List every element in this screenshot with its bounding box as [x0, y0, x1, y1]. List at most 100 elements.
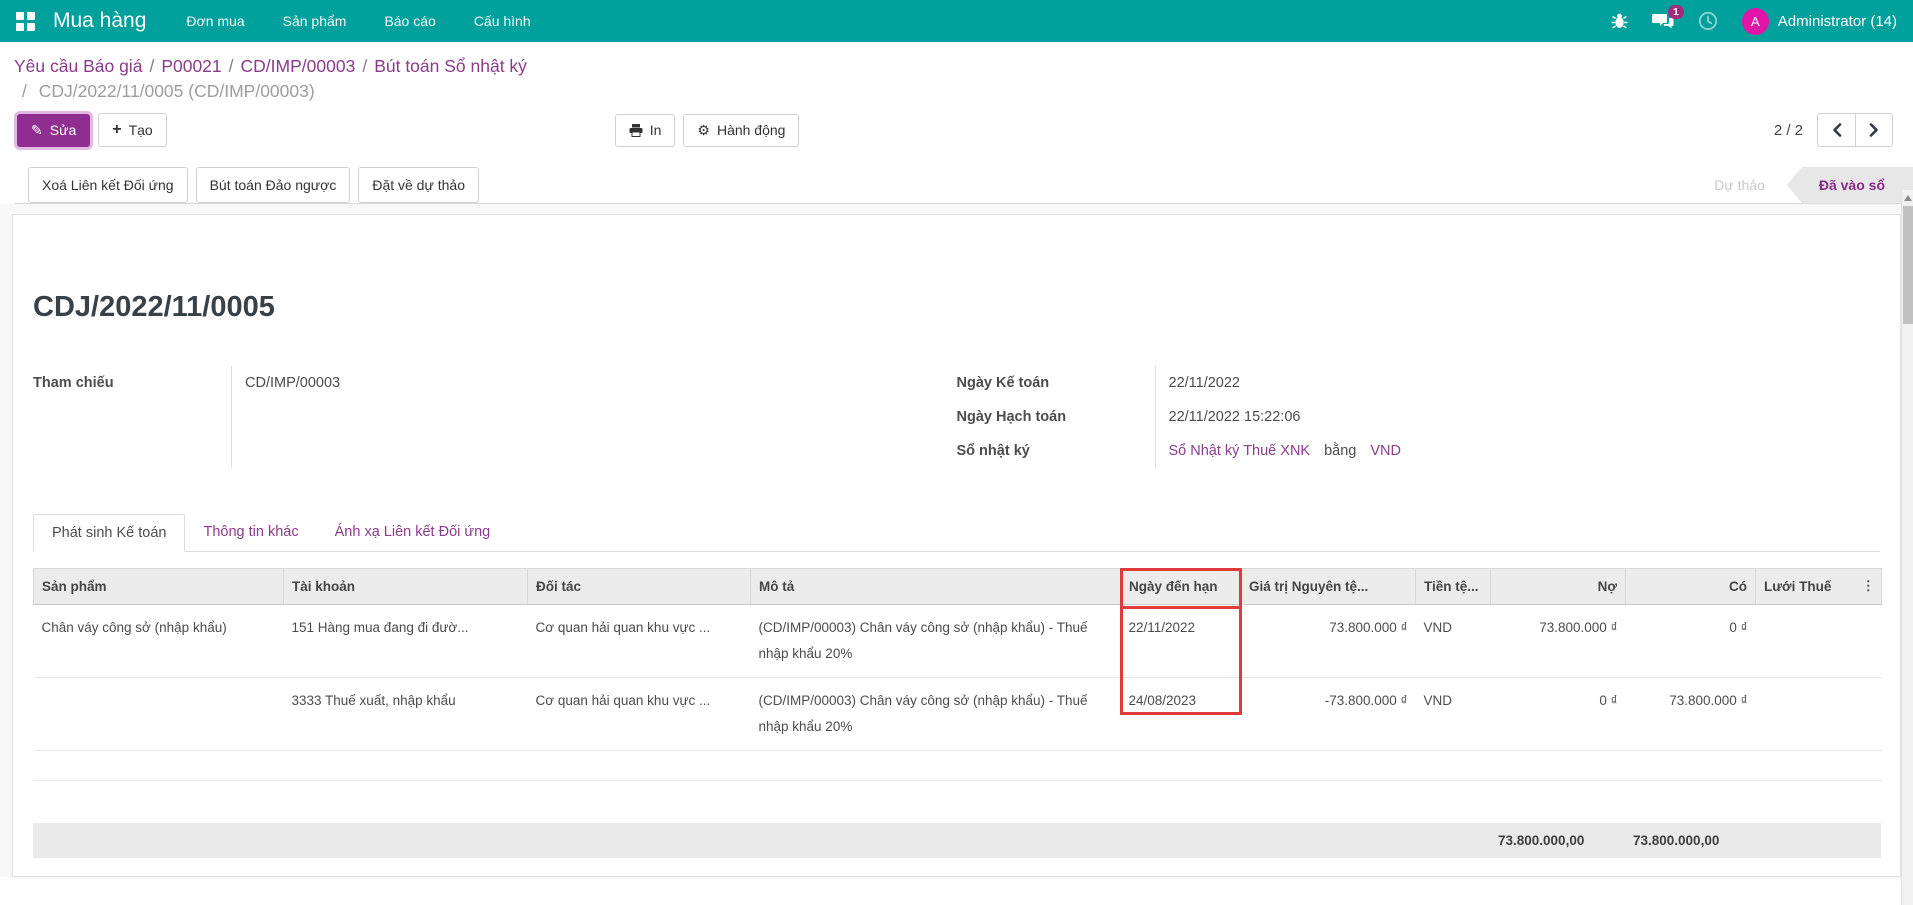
breadcrumb-separator: / — [229, 56, 234, 76]
cell-tax-grid[interactable] — [1756, 605, 1882, 678]
status-stage-draft[interactable]: Dự thảo — [1692, 167, 1787, 203]
nav-item-orders[interactable]: Đơn mua — [186, 13, 244, 29]
cell-partner[interactable]: Cơ quan hải quan khu vực ... — [528, 678, 751, 751]
breadcrumb-link-cdimp[interactable]: CD/IMP/00003 — [241, 56, 356, 76]
tab-other-info[interactable]: Thông tin khác — [185, 514, 316, 551]
reverse-entry-button[interactable]: Bút toán Đảo ngược — [196, 167, 351, 203]
cell-product[interactable]: Chân váy công sở (nhập khẩu) — [34, 605, 284, 678]
user-menu[interactable]: A Administrator (14) — [1742, 8, 1897, 35]
breadcrumb: Yêu cầu Báo giá / P00021 / CD/IMP/00003 / Bút … — [14, 54, 1913, 79]
content-area: CDJ/2022/11/0005 Tham chiếu CD/IMP/00003… — [0, 204, 1913, 877]
control-panel: Yêu cầu Báo giá / P00021 / CD/IMP/00003 / Bút … — [0, 42, 1913, 204]
pager-next-button[interactable] — [1855, 113, 1893, 147]
journal-link[interactable]: Sổ Nhật ký Thuế XNK — [1169, 443, 1311, 459]
tab-reconcile-mapping[interactable]: Ánh xạ Liên kết Đối ứng — [317, 514, 509, 551]
messages-icon[interactable]: 1 — [1652, 12, 1674, 30]
cell-description[interactable]: (CD/IMP/00003) Chân váy công sở (nhập kh… — [751, 605, 1121, 678]
message-count-badge: 1 — [1668, 5, 1684, 19]
breadcrumb-link-p00021[interactable]: P00021 — [161, 56, 221, 76]
header-description[interactable]: Mô tả — [751, 569, 1121, 605]
table-row[interactable]: 3333 Thuế xuất, nhập khẩu Cơ quan hải qu… — [34, 678, 1882, 751]
action-button[interactable]: ⚙ Hành động — [683, 114, 799, 147]
reset-to-draft-button[interactable]: Đặt về dự thảo — [358, 167, 479, 203]
header-debit[interactable]: Nợ — [1491, 569, 1626, 605]
reference-label: Tham chiếu — [33, 375, 114, 391]
posting-date-label: Ngày Hạch toán — [957, 409, 1067, 425]
journal-items-table: Sản phẩm Tài khoản Đối tác Mô tả Ngày đế… — [33, 568, 1882, 781]
cell-due-date[interactable]: 24/08/2023 — [1121, 678, 1241, 751]
cell-debit[interactable]: 0 ₫ — [1491, 678, 1626, 751]
breadcrumb-link-journal-items[interactable]: Bút toán Sổ nhật ký — [374, 56, 527, 76]
optional-columns-icon[interactable]: ⋮ — [1862, 578, 1876, 594]
journal-label: Sổ nhật ký — [957, 443, 1030, 459]
cell-account[interactable]: 3333 Thuế xuất, nhập khẩu — [284, 678, 528, 751]
field-groups: Tham chiếu CD/IMP/00003 Ngày Kế toán Ngà… — [33, 366, 1880, 468]
cell-tax-grid[interactable] — [1756, 678, 1882, 751]
cell-description[interactable]: (CD/IMP/00003) Chân váy công sở (nhập kh… — [751, 678, 1121, 751]
pager: 2 / 2 — [1774, 113, 1893, 147]
nav-item-reports[interactable]: Báo cáo — [384, 13, 435, 29]
header-due-date[interactable]: Ngày đến hạn — [1121, 569, 1241, 605]
header-tax-grid[interactable]: Lưới Thuế ⋮ — [1756, 569, 1882, 605]
table-header-row: Sản phẩm Tài khoản Đối tác Mô tả Ngày đế… — [34, 569, 1882, 605]
statusbar: Dự thảo Đã vào sổ — [1692, 167, 1913, 203]
edit-button[interactable]: ✎ Sửa — [17, 114, 90, 147]
cell-credit[interactable]: 0 ₫ — [1626, 605, 1756, 678]
pager-previous-button[interactable] — [1817, 113, 1855, 147]
notebook-tabs: Phát sinh Kế toán Thông tin khác Ánh xạ … — [33, 514, 1880, 552]
journal-currency-link[interactable]: VND — [1370, 443, 1401, 459]
header-product[interactable]: Sản phẩm — [34, 569, 284, 605]
create-button[interactable]: + Tạo — [98, 113, 166, 147]
cell-currency[interactable]: VND — [1416, 605, 1491, 678]
cell-partner[interactable]: Cơ quan hải quan khu vực ... — [528, 605, 751, 678]
accounting-date-value: 22/11/2022 — [1169, 375, 1241, 391]
nav-menu: Đơn mua Sản phẩm Báo cáo Cấu hình — [186, 13, 530, 29]
button-row: ✎ Sửa + Tạo In ⚙ Hành động 2 / 2 — [14, 113, 1913, 147]
remove-reconcile-button[interactable]: Xoá Liên kết Đối ứng — [28, 167, 188, 203]
user-name: Administrator (14) — [1778, 13, 1897, 30]
app-title[interactable]: Mua hàng — [53, 9, 146, 33]
status-stage-posted[interactable]: Đã vào sổ — [1787, 167, 1913, 203]
document-title: CDJ/2022/11/0005 — [33, 215, 1880, 324]
header-amount-currency[interactable]: Giá trị Nguyên tệ... — [1241, 569, 1416, 605]
breadcrumb-current: / CDJ/2022/11/0005 (CD/IMP/00003) — [14, 79, 1913, 104]
apps-menu-icon[interactable] — [16, 12, 35, 31]
cell-product[interactable] — [34, 678, 284, 751]
header-account[interactable]: Tài khoản — [284, 569, 528, 605]
cell-amount-currency[interactable]: 73.800.000 ₫ — [1241, 605, 1416, 678]
empty-row — [34, 751, 1882, 781]
breadcrumb-link-rfq[interactable]: Yêu cầu Báo giá — [14, 56, 142, 76]
print-button[interactable]: In — [615, 114, 676, 147]
top-navbar: Mua hàng Đơn mua Sản phẩm Báo cáo Cấu hì… — [0, 0, 1913, 42]
header-partner[interactable]: Đối tác — [528, 569, 751, 605]
printer-icon — [629, 124, 643, 137]
cell-amount-currency[interactable]: -73.800.000 ₫ — [1241, 678, 1416, 751]
header-currency[interactable]: Tiền tệ... — [1416, 569, 1491, 605]
scrollbar-thumb[interactable] — [1903, 206, 1913, 324]
header-credit[interactable]: Có — [1626, 569, 1756, 605]
pager-text: 2 / 2 — [1774, 122, 1803, 139]
nav-item-config[interactable]: Cấu hình — [474, 13, 531, 29]
nav-item-products[interactable]: Sản phẩm — [283, 13, 347, 29]
gear-icon: ⚙ — [697, 122, 710, 139]
vertical-scrollbar[interactable] — [1901, 190, 1913, 905]
totals-row: 73.800.000,00 73.800.000,00 — [33, 823, 1881, 858]
activities-clock-icon[interactable] — [1698, 11, 1718, 31]
posting-date-value: 22/11/2022 15:22:06 — [1169, 409, 1301, 425]
table-row[interactable]: Chân váy công sở (nhập khẩu) 151 Hàng mu… — [34, 605, 1882, 678]
breadcrumb-separator: / — [362, 56, 367, 76]
total-debit: 73.800.000,00 — [1490, 823, 1625, 858]
breadcrumb-separator: / — [149, 56, 154, 76]
cell-debit[interactable]: 73.800.000 ₫ — [1491, 605, 1626, 678]
user-avatar: A — [1742, 8, 1769, 35]
scrollbar-up-arrow-icon[interactable] — [1904, 195, 1912, 201]
chevron-left-icon — [1832, 123, 1842, 137]
cell-currency[interactable]: VND — [1416, 678, 1491, 751]
cell-account[interactable]: 151 Hàng mua đang đi đườ... — [284, 605, 528, 678]
cell-credit[interactable]: 73.800.000 ₫ — [1626, 678, 1756, 751]
field-group-right: Ngày Kế toán Ngày Hạch toán Sổ nhật ký 2… — [957, 366, 1881, 468]
tab-journal-items[interactable]: Phát sinh Kế toán — [33, 514, 185, 552]
debug-bug-icon[interactable] — [1611, 12, 1628, 30]
form-sheet: CDJ/2022/11/0005 Tham chiếu CD/IMP/00003… — [12, 214, 1901, 877]
cell-due-date[interactable]: 22/11/2022 — [1121, 605, 1241, 678]
